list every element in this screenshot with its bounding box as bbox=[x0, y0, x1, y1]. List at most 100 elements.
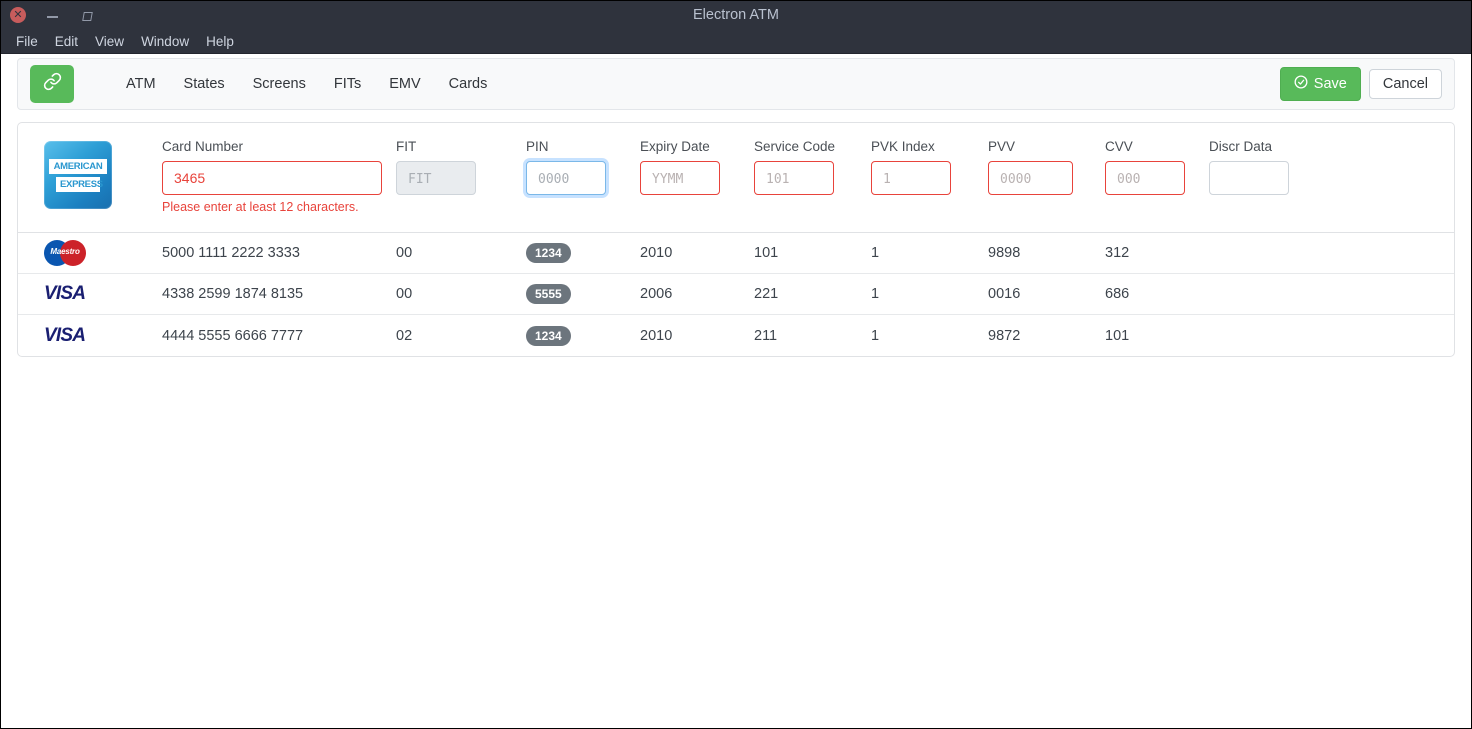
cell-pin: 1234 bbox=[526, 325, 640, 346]
cell-pvk-index: 1 bbox=[871, 245, 880, 261]
field-fit: FIT bbox=[396, 139, 526, 195]
table-row[interactable]: VISA 4444 5555 6666 7777 02 1234 2010 211 1 987… bbox=[18, 315, 1454, 356]
cell-fit: 00 bbox=[396, 286, 413, 302]
amex-line-1: AMERICAN bbox=[49, 158, 107, 174]
cvv-input[interactable] bbox=[1105, 161, 1185, 195]
cell-expiry-date: 2010 bbox=[640, 245, 673, 261]
menu-item-file[interactable]: File bbox=[9, 32, 45, 51]
field-pin: PIN bbox=[526, 139, 640, 195]
nav-item-cards[interactable]: Cards bbox=[435, 70, 502, 98]
expiry-date-input[interactable] bbox=[640, 161, 720, 195]
cell-pvv: 9872 bbox=[988, 327, 1021, 344]
table-row[interactable]: Maestro 5000 1111 2222 3333 00 1234 2010 101 1… bbox=[18, 233, 1454, 274]
cell-pvv: 0016 bbox=[988, 286, 1021, 302]
label-fit: FIT bbox=[396, 139, 417, 154]
cell-pin: 1234 bbox=[526, 243, 640, 263]
label-pvk-index: PVK Index bbox=[871, 139, 935, 154]
connect-link-button[interactable] bbox=[30, 65, 74, 103]
menu-item-help[interactable]: Help bbox=[199, 32, 241, 51]
card-number-input[interactable] bbox=[162, 161, 382, 195]
cell-card-number: 4338 2599 1874 8135 bbox=[162, 286, 304, 302]
cell-cvv: 101 bbox=[1105, 327, 1130, 344]
window-title: Electron ATM bbox=[693, 7, 779, 23]
content-area: AMERICAN EXPRESS Card Number Please ente… bbox=[1, 110, 1471, 728]
amex-line-2: EXPRESS bbox=[56, 176, 103, 192]
cell-pin: 5555 bbox=[526, 284, 640, 304]
table-row[interactable]: VISA 4338 2599 1874 8135 00 5555 2006 221 1 001… bbox=[18, 274, 1454, 315]
main-navigation: ATM States Screens FITs EMV Cards bbox=[112, 70, 501, 98]
form-brand-cell: AMERICAN EXPRESS bbox=[44, 139, 162, 209]
cancel-button[interactable]: Cancel bbox=[1368, 68, 1442, 100]
label-pvv: PVV bbox=[988, 139, 1016, 154]
toolbar-wrapper: ATM States Screens FITs EMV Cards Save C… bbox=[1, 54, 1471, 110]
fit-input[interactable] bbox=[396, 161, 476, 195]
service-code-input[interactable] bbox=[754, 161, 834, 195]
pin-input[interactable] bbox=[526, 161, 606, 195]
field-cvv: CVV bbox=[1105, 139, 1209, 195]
check-circle-icon bbox=[1294, 75, 1308, 93]
nav-item-states[interactable]: States bbox=[170, 70, 239, 98]
field-pvv: PVV bbox=[988, 139, 1105, 195]
nav-item-screens[interactable]: Screens bbox=[239, 70, 320, 98]
cell-pvk-index: 1 bbox=[871, 286, 880, 302]
visa-icon: VISA bbox=[44, 324, 86, 346]
cell-expiry-date: 2010 bbox=[640, 327, 673, 344]
toolbar-actions: Save Cancel bbox=[1279, 67, 1442, 101]
menu-bar: File Edit View Window Help bbox=[1, 29, 1471, 54]
field-service-code: Service Code bbox=[754, 139, 871, 195]
title-bar: ✕ Electron ATM bbox=[1, 1, 1471, 29]
app-window: ✕ Electron ATM File Edit View Window Hel… bbox=[0, 0, 1472, 729]
nav-item-fits[interactable]: FITs bbox=[320, 70, 375, 98]
link-icon bbox=[43, 72, 62, 96]
cell-pvv: 9898 bbox=[988, 245, 1021, 261]
label-pin: PIN bbox=[526, 139, 549, 154]
label-service-code: Service Code bbox=[754, 139, 836, 154]
new-card-form-row: AMERICAN EXPRESS Card Number Please ente… bbox=[18, 123, 1454, 233]
save-button-label: Save bbox=[1313, 75, 1347, 92]
label-cvv: CVV bbox=[1105, 139, 1133, 154]
pin-badge: 5555 bbox=[526, 284, 571, 304]
pvk-index-input[interactable] bbox=[871, 161, 951, 195]
pvv-input[interactable] bbox=[988, 161, 1073, 195]
field-expiry-date: Expiry Date bbox=[640, 139, 754, 195]
american-express-icon: AMERICAN EXPRESS bbox=[44, 141, 112, 209]
label-discr-data: Discr Data bbox=[1209, 139, 1273, 154]
cell-fit: 02 bbox=[396, 327, 413, 344]
cell-fit: 00 bbox=[396, 245, 413, 261]
menu-item-edit[interactable]: Edit bbox=[48, 32, 85, 51]
cards-rows: Maestro 5000 1111 2222 3333 00 1234 2010 101 1… bbox=[18, 233, 1454, 356]
save-button[interactable]: Save bbox=[1279, 67, 1361, 101]
nav-item-atm[interactable]: ATM bbox=[112, 70, 170, 98]
row-brand-cell: VISA bbox=[44, 283, 162, 305]
pin-badge: 1234 bbox=[526, 243, 571, 263]
label-expiry-date: Expiry Date bbox=[640, 139, 710, 154]
label-card-number: Card Number bbox=[162, 139, 244, 154]
card-number-error: Please enter at least 12 characters. bbox=[162, 200, 359, 214]
cell-expiry-date: 2006 bbox=[640, 286, 673, 302]
pin-badge: 1234 bbox=[526, 325, 571, 346]
maestro-icon: Maestro bbox=[44, 240, 86, 266]
menu-item-window[interactable]: Window bbox=[134, 32, 196, 51]
form-fields: Card Number Please enter at least 12 cha… bbox=[162, 139, 1428, 214]
cell-service-code: 221 bbox=[754, 286, 779, 302]
cell-pvk-index: 1 bbox=[871, 327, 880, 344]
visa-icon: VISA bbox=[44, 283, 86, 304]
cell-cvv: 686 bbox=[1105, 286, 1130, 302]
maestro-wordmark: Maestro bbox=[50, 247, 80, 256]
row-brand-cell: Maestro bbox=[44, 240, 162, 266]
cell-service-code: 211 bbox=[754, 327, 778, 344]
field-discr-data: Discr Data bbox=[1209, 139, 1309, 195]
toolbar: ATM States Screens FITs EMV Cards Save C… bbox=[17, 58, 1455, 110]
cell-service-code: 101 bbox=[754, 245, 779, 261]
cards-list-group: AMERICAN EXPRESS Card Number Please ente… bbox=[17, 122, 1455, 357]
discr-data-input[interactable] bbox=[1209, 161, 1289, 195]
cell-card-number: 4444 5555 6666 7777 bbox=[162, 327, 304, 344]
field-pvk-index: PVK Index bbox=[871, 139, 988, 195]
field-card-number: Card Number Please enter at least 12 cha… bbox=[162, 139, 396, 214]
row-brand-cell: VISA bbox=[44, 325, 162, 347]
cell-cvv: 312 bbox=[1105, 245, 1130, 261]
menu-item-view[interactable]: View bbox=[88, 32, 131, 51]
cell-card-number: 5000 1111 2222 3333 bbox=[162, 245, 300, 261]
nav-item-emv[interactable]: EMV bbox=[375, 70, 434, 98]
cancel-button-label: Cancel bbox=[1382, 75, 1428, 92]
